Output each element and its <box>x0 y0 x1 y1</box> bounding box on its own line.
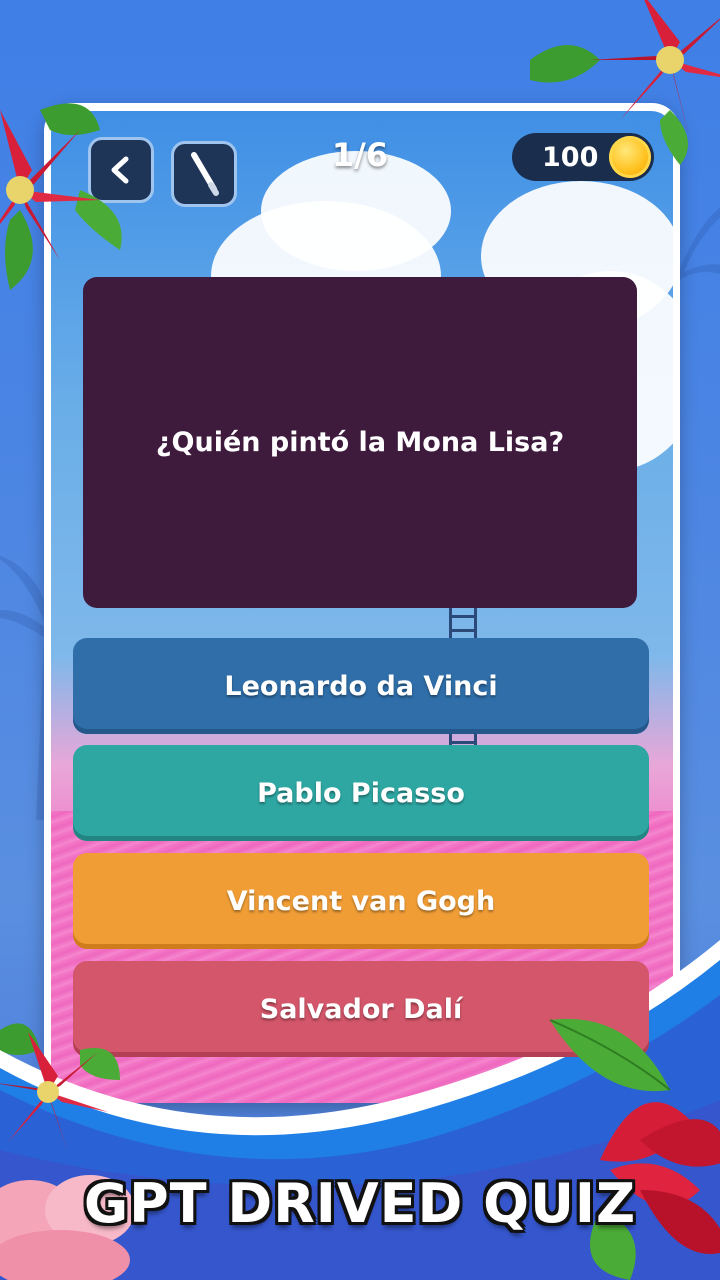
answer-button[interactable]: Leonardo da Vinci <box>73 638 649 734</box>
hint-button[interactable] <box>171 141 237 207</box>
magic-wand-icon <box>191 152 219 196</box>
question-progress: 1/6 <box>331 136 389 174</box>
question-card: ¿Quién pintó la Mona Lisa? <box>83 277 637 608</box>
app-title-banner: GPT DRIVED QUIZ <box>83 1172 637 1235</box>
poinsettia-flower-decoration <box>0 103 122 290</box>
answer-button[interactable]: Pablo Picasso <box>73 745 649 841</box>
poinsettia-flower-decoration <box>530 0 720 165</box>
amaryllis-flower-decoration <box>549 1018 720 1280</box>
question-text: ¿Quién pintó la Mona Lisa? <box>155 427 565 458</box>
